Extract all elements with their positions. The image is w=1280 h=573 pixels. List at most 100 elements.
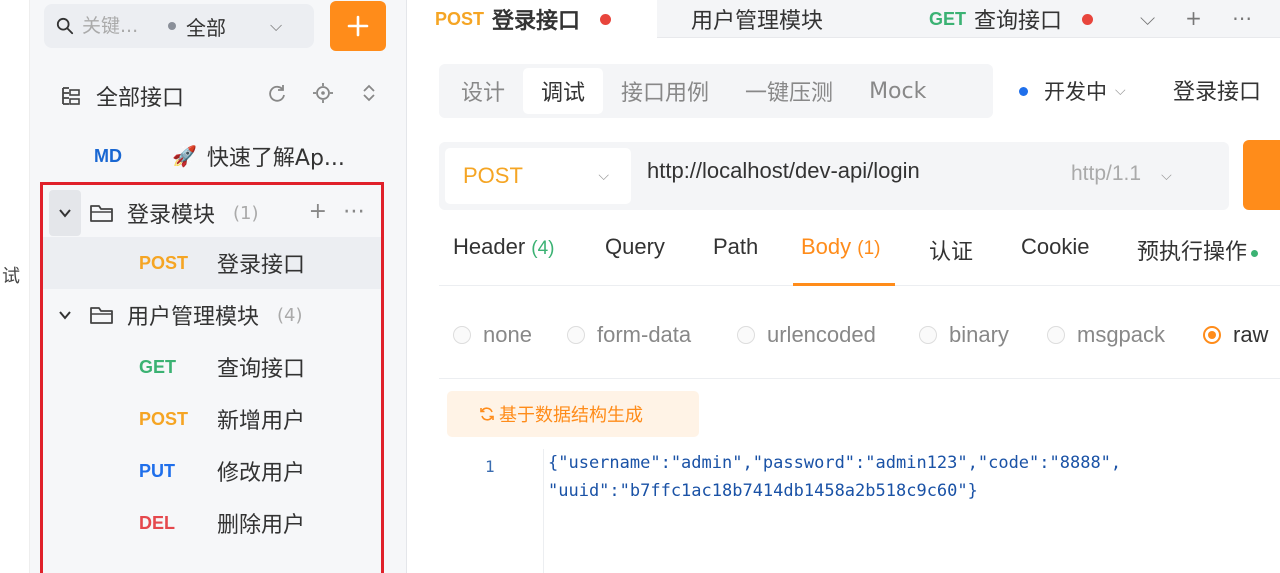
- tab-title: 登录接口: [492, 9, 581, 34]
- folder-user-module[interactable]: 用户管理模块 (4): [43, 289, 381, 341]
- tab-query-api[interactable]: GET 查询接口: [929, 0, 1129, 38]
- radio-urlencoded[interactable]: urlencoded: [737, 322, 876, 348]
- tree-icon: [62, 87, 80, 105]
- folder-login-module[interactable]: 登录模块 (1) + ⋯: [43, 187, 381, 239]
- code-line: "uuid":"b7ffc1ac18b7414db1458a2b518c9c60…: [548, 481, 978, 501]
- radio-label: none: [483, 322, 532, 347]
- caret-down-icon[interactable]: [49, 190, 81, 236]
- body-type-options: none form-data urlencoded binary msgpack…: [453, 322, 1280, 354]
- tab-path[interactable]: Path: [713, 234, 758, 286]
- tree-actions: [266, 82, 380, 104]
- search-input[interactable]: [82, 15, 152, 37]
- radio-raw[interactable]: raw: [1203, 322, 1268, 348]
- tab-label: Cookie: [1021, 234, 1090, 259]
- generate-from-schema-button[interactable]: 基于数据结构生成: [447, 391, 699, 437]
- endpoint-query[interactable]: GET 查询接口: [43, 341, 381, 393]
- endpoint-login[interactable]: POST 登录接口: [43, 237, 381, 289]
- tab-debug[interactable]: 调试: [523, 68, 604, 114]
- method-badge: DEL: [139, 512, 175, 533]
- tab-label: Path: [713, 234, 759, 259]
- tab-header[interactable]: Header (4): [453, 234, 555, 286]
- method-value: POST: [463, 163, 523, 188]
- plus-icon[interactable]: +: [1185, 6, 1202, 30]
- scope-select[interactable]: 全部: [186, 12, 226, 41]
- more-icon[interactable]: ⋯: [343, 199, 365, 224]
- endpoint-name: 新增用户: [217, 409, 306, 434]
- more-icon[interactable]: ⋯: [1232, 6, 1252, 30]
- tab-title: 用户管理模块: [691, 9, 824, 34]
- tab-method: GET: [929, 8, 967, 29]
- all-apis-row[interactable]: 全部接口: [60, 76, 380, 116]
- chevron-down-icon[interactable]: ⌵: [1140, 6, 1155, 30]
- folder-icon: [90, 307, 113, 324]
- line-number: 1: [485, 457, 495, 476]
- radio-msgpack[interactable]: msgpack: [1047, 322, 1165, 348]
- md-doc-label: 快速了解Ap...: [206, 146, 345, 171]
- tab-label: 认证: [929, 239, 974, 264]
- md-doc-item[interactable]: MD 🚀 快速了解Ap...: [94, 138, 345, 174]
- tab-count: (1): [857, 238, 881, 259]
- folder-count: (1): [233, 202, 259, 224]
- unsaved-dot: [600, 13, 612, 25]
- method-badge: GET: [139, 356, 177, 377]
- add-button[interactable]: [330, 1, 386, 51]
- tab-load-test[interactable]: 一键压测: [727, 68, 851, 114]
- search-box[interactable]: 全部 ⌵: [44, 4, 314, 48]
- tab-mock[interactable]: Mock: [851, 68, 944, 114]
- send-button[interactable]: [1243, 140, 1280, 210]
- plus-icon: [347, 15, 369, 37]
- http-version-select[interactable]: http/1.1 ⌵: [1071, 162, 1172, 186]
- caret-down-icon[interactable]: [49, 292, 81, 338]
- tabbar-actions: ⌵ + ⋯: [1140, 6, 1252, 30]
- locate-icon[interactable]: [312, 82, 334, 104]
- code-line: {"username":"admin","password":"admin123…: [548, 453, 1122, 473]
- method-select[interactable]: POST ⌵: [445, 148, 631, 204]
- refresh-icon[interactable]: [266, 82, 288, 104]
- tab-user-module[interactable]: 用户管理模块: [691, 0, 891, 38]
- endpoint-edit-user[interactable]: PUT 修改用户: [43, 445, 381, 497]
- search-icon: [56, 17, 74, 35]
- radio-label: urlencoded: [767, 322, 876, 347]
- tab-design[interactable]: 设计: [443, 68, 523, 114]
- tab-cases[interactable]: 接口用例: [603, 68, 727, 114]
- radio-label: raw: [1233, 322, 1269, 347]
- endpoint-name: 修改用户: [217, 461, 306, 486]
- tab-body[interactable]: Body (1): [793, 234, 894, 286]
- endpoint-name: 查询接口: [217, 357, 306, 382]
- folder-actions: + ⋯: [309, 199, 365, 224]
- tab-cookie[interactable]: Cookie: [1021, 234, 1089, 286]
- status-dot: [1019, 86, 1028, 96]
- endpoint-delete-user[interactable]: DEL 删除用户: [43, 497, 381, 549]
- url-input[interactable]: [647, 158, 1047, 184]
- code-editor[interactable]: {"username":"admin","password":"admin123…: [543, 449, 1280, 573]
- scope-dot: [168, 22, 176, 30]
- status-dot: [1251, 249, 1259, 257]
- tab-pre-script[interactable]: 预执行操作: [1137, 234, 1259, 286]
- tab-label: Query: [605, 234, 665, 259]
- status-label: 开发中: [1044, 80, 1107, 104]
- sync-icon: [480, 407, 494, 421]
- radio-none[interactable]: none: [453, 322, 532, 348]
- method-badge: POST: [139, 252, 189, 273]
- expand-collapse-icon[interactable]: [358, 82, 380, 104]
- md-badge: MD: [94, 145, 122, 166]
- radio-label: form-data: [597, 322, 692, 347]
- endpoint-add-user[interactable]: POST 新增用户: [43, 393, 381, 445]
- document-tabbar: POST 登录接口 用户管理模块 GET 查询接口 ⌵ + ⋯: [407, 0, 1280, 38]
- tab-method: POST: [435, 8, 485, 29]
- radio-form-data[interactable]: form-data: [567, 322, 691, 348]
- api-sidebar: 全部 ⌵ 全部接口 MD 🚀 快速了解Ap... 登录模块 (1) + ⋯: [30, 0, 407, 573]
- folder-icon: [90, 205, 113, 222]
- tab-auth[interactable]: 认证: [929, 234, 973, 286]
- plus-icon[interactable]: +: [309, 199, 327, 224]
- chevron-down-icon[interactable]: ⌵: [270, 16, 282, 36]
- radio-binary[interactable]: binary: [919, 322, 1009, 348]
- chevron-down-icon: ⌵: [598, 168, 609, 184]
- tab-query[interactable]: Query: [605, 234, 665, 286]
- tab-count: (4): [531, 238, 555, 259]
- body-editor-area: 基于数据结构生成 1 {"username":"admin","password…: [439, 378, 1280, 573]
- tab-login-api[interactable]: POST 登录接口: [407, 0, 657, 38]
- endpoint-name: 删除用户: [217, 513, 306, 538]
- status-select[interactable]: 开发中 ⌵: [1019, 76, 1126, 106]
- url-bar: POST ⌵ http/1.1 ⌵: [439, 142, 1229, 210]
